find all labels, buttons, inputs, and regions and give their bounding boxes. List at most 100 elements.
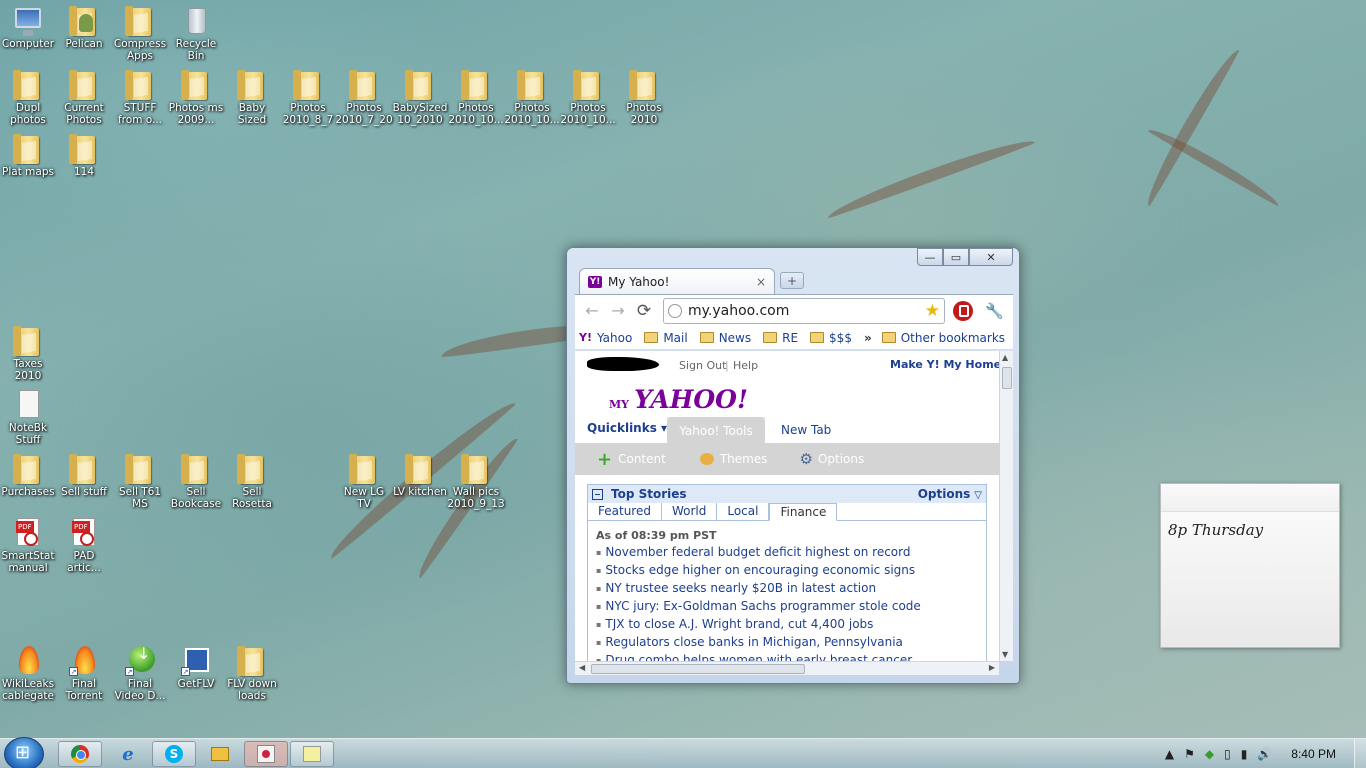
story-link[interactable]: Drug combo helps women with early breast… [588, 652, 986, 661]
back-button[interactable]: ← [579, 299, 605, 323]
desktop-icon[interactable]: Photos 2010_10... [560, 68, 616, 130]
desktop-icon[interactable]: Taxes 2010 [0, 324, 56, 386]
taskbar-windows-explorer[interactable] [198, 741, 242, 767]
desktop-icon[interactable]: Photos 2010_8_7 [280, 68, 336, 130]
desktop-icon[interactable]: Plat maps [0, 132, 56, 194]
new-tab-button[interactable]: + [780, 272, 804, 289]
taskbar-skype[interactable]: S [152, 741, 196, 767]
tab-featured[interactable]: Featured [588, 503, 662, 520]
reload-button[interactable]: ⟳ [631, 299, 657, 323]
volume-icon[interactable]: 🔊 [1257, 747, 1272, 761]
desktop-icon[interactable]: Sell Bookcase [168, 452, 224, 514]
minimize-button[interactable]: — [917, 248, 943, 266]
desktop-icon[interactable]: STUFF from o... [112, 68, 168, 130]
desktop-icon[interactable]: Photos 2010 [616, 68, 672, 130]
desktop-icon[interactable]: Computer [0, 4, 56, 66]
desktop-icon[interactable]: Photos 2010_7_20 [335, 68, 393, 130]
scroll-thumb[interactable] [591, 664, 805, 674]
action-center-flag-icon[interactable]: ⚑ [1184, 747, 1195, 761]
browser-window[interactable]: — ▭ ✕ Y! My Yahoo! × + ← → ⟳ my.yahoo.co… [566, 247, 1020, 684]
collapse-icon[interactable] [592, 488, 603, 500]
desktop-icon[interactable]: Dupl photos [0, 68, 56, 130]
desktop-icon[interactable]: Photos ms 2009... [168, 68, 224, 130]
tab-yahoo-tools[interactable]: Yahoo! Tools [667, 417, 765, 444]
desktop-icon[interactable]: FLV down loads [224, 644, 280, 706]
desktop-icon[interactable]: Baby Sized [224, 68, 280, 130]
help-link[interactable]: Help [733, 359, 758, 372]
scroll-left-icon[interactable]: ◀ [579, 663, 585, 672]
desktop-icon[interactable]: New LG TV [336, 452, 392, 514]
bookmark-folder-re[interactable]: RE [763, 331, 798, 345]
module-options-menu[interactable]: Options ▽ [918, 487, 982, 501]
desktop-icon[interactable]: 114 [56, 132, 112, 194]
desktop-icon[interactable]: Photos 2010_10... [504, 68, 560, 130]
themes-button[interactable]: Themes [699, 452, 767, 466]
tab-close-icon[interactable]: × [756, 275, 766, 289]
horizontal-scrollbar[interactable]: ◀ ▶ [575, 661, 999, 675]
show-desktop-button[interactable] [1354, 739, 1366, 768]
desktop-icon[interactable]: PAD artic... [56, 516, 112, 578]
bookmark-folder-mail[interactable]: Mail [644, 331, 688, 345]
sticky-note-titlebar[interactable] [1161, 484, 1339, 512]
desktop-icon[interactable]: Purchases [0, 452, 56, 514]
address-bar[interactable]: my.yahoo.com ★ [663, 297, 945, 324]
desktop-icon[interactable]: Pelican [56, 4, 112, 66]
scroll-down-icon[interactable]: ▼ [1002, 650, 1008, 659]
options-button[interactable]: ⚙ Options [799, 450, 864, 468]
content-button[interactable]: + Content [597, 449, 666, 470]
taskbar-internet-explorer[interactable]: e [106, 741, 150, 767]
forward-button[interactable]: → [605, 299, 631, 323]
desktop-icon[interactable]: Sell T61 MS [112, 452, 168, 514]
desktop-icon[interactable]: Sell Rosetta [224, 452, 280, 514]
tab-my-yahoo[interactable]: Y! My Yahoo! × [579, 268, 775, 294]
tab-world[interactable]: World [662, 503, 718, 520]
desktop-icon[interactable]: Wall pics 2010_9_13 [447, 452, 505, 514]
story-link[interactable]: TJX to close A.J. Wright brand, cut 4,40… [588, 616, 986, 634]
bookmarks-overflow-button[interactable]: » [864, 331, 872, 345]
make-homepage-link[interactable]: Make Y! My Homepa [890, 358, 999, 371]
scroll-thumb[interactable] [1002, 367, 1012, 389]
security-shield-icon[interactable]: ◆ [1205, 747, 1214, 761]
adblock-stop-icon[interactable] [953, 300, 973, 321]
desktop-icon[interactable]: Compress Apps [112, 4, 168, 66]
scroll-up-icon[interactable]: ▲ [1002, 353, 1008, 362]
desktop-icon[interactable]: Photos 2010_10... [448, 68, 504, 130]
bookmark-folder-money[interactable]: $$$ [810, 331, 852, 345]
desktop-icon[interactable]: LV kitchen [392, 452, 448, 514]
my-yahoo-logo[interactable]: MY YAHOO! [609, 385, 748, 414]
sticky-note-text[interactable]: 8p Thursday [1168, 521, 1263, 539]
bookmark-star-icon[interactable]: ★ [925, 301, 940, 321]
show-hidden-icons-button[interactable]: ▲ [1165, 747, 1174, 761]
story-link[interactable]: Stocks edge higher on encouraging econom… [588, 562, 986, 580]
taskbar-paint[interactable] [244, 741, 288, 767]
desktop-icon[interactable]: ↗ Final Torrent [56, 644, 112, 706]
taskbar-chrome[interactable] [58, 741, 102, 767]
desktop-icon[interactable]: SmartStat manual [0, 516, 56, 578]
network-signal-icon[interactable]: ▮ [1241, 747, 1248, 761]
bookmark-folder-news[interactable]: News [699, 331, 751, 345]
desktop-icon[interactable]: ↗ GetFLV [168, 644, 224, 706]
story-link[interactable]: NYC jury: Ex-Goldman Sachs programmer st… [588, 598, 986, 616]
tab-local[interactable]: Local [717, 503, 770, 520]
desktop-icon[interactable]: Recycle Bin [168, 4, 224, 66]
close-button[interactable]: ✕ [969, 248, 1013, 266]
bookmark-yahoo[interactable]: Y! Yahoo [579, 331, 632, 345]
sign-out-link[interactable]: Sign Out [679, 359, 726, 372]
taskbar-sticky-notes[interactable] [290, 741, 334, 767]
desktop-icon[interactable]: NoteBk Stuff [0, 388, 56, 450]
other-bookmarks[interactable]: Other bookmarks [881, 331, 1005, 345]
scroll-right-icon[interactable]: ▶ [989, 663, 995, 672]
tab-new-tab[interactable]: New Tab [781, 423, 831, 437]
device-icon[interactable]: ▯ [1224, 747, 1231, 761]
story-link[interactable]: November federal budget deficit highest … [588, 544, 986, 562]
desktop-icon[interactable]: Current Photos [56, 68, 112, 130]
story-link[interactable]: Regulators close banks in Michigan, Penn… [588, 634, 986, 652]
quicklinks-menu[interactable]: Quicklinks ▾ [587, 421, 667, 435]
vertical-scrollbar[interactable]: ▲ ▼ [999, 351, 1013, 661]
desktop-icon[interactable]: ↗ Final Video D... [112, 644, 168, 706]
start-button[interactable] [4, 737, 44, 768]
desktop-icon[interactable]: Sell stuff [56, 452, 112, 514]
desktop-icon[interactable]: WikiLeaks cablegate [0, 644, 56, 706]
story-link[interactable]: NY trustee seeks nearly $20B in latest a… [588, 580, 986, 598]
sticky-note[interactable]: 8p Thursday [1160, 483, 1340, 648]
